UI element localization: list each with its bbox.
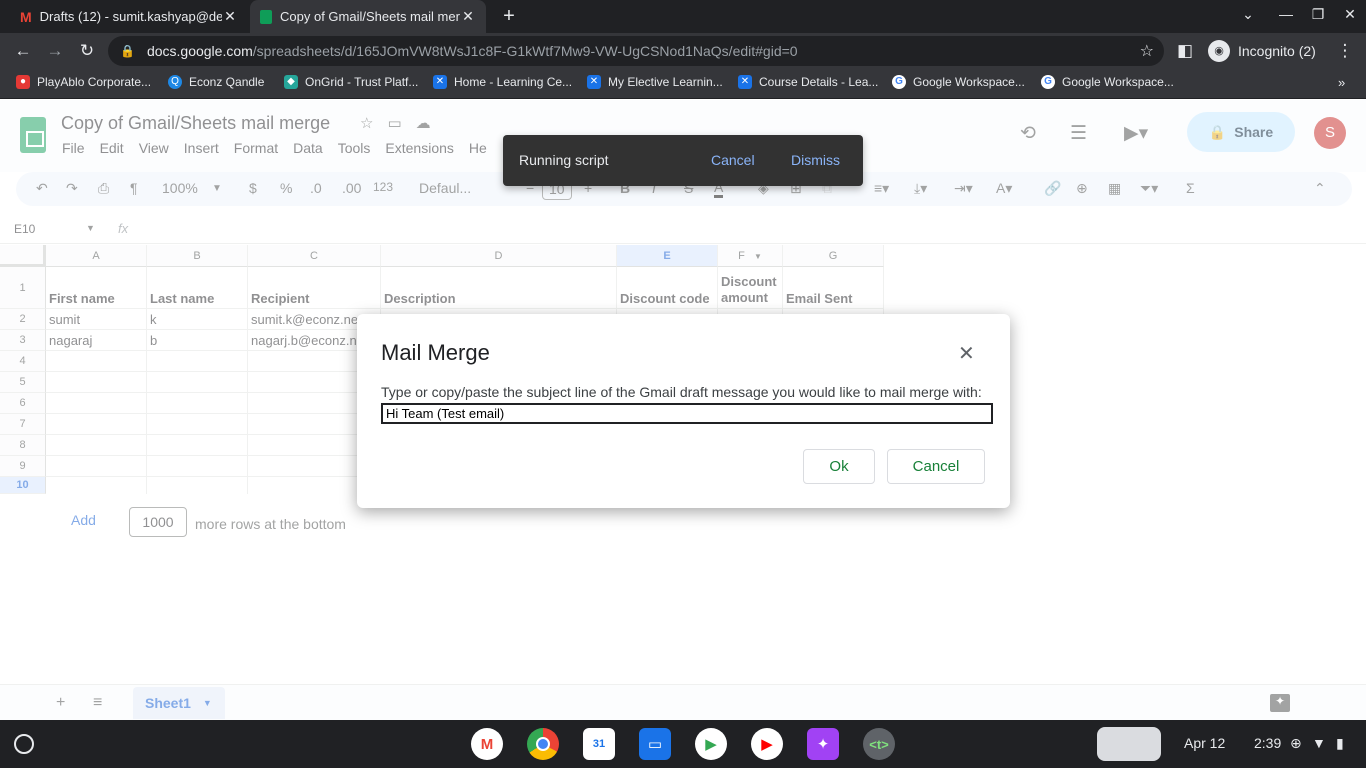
bookmark-item[interactable]: ✕ Course Details - Lea... bbox=[738, 75, 878, 89]
gmail-app-icon[interactable]: M bbox=[471, 728, 503, 760]
snackbar-dismiss-button[interactable]: Dismiss bbox=[791, 152, 840, 168]
launcher-icon[interactable] bbox=[14, 734, 34, 754]
learning-x-icon: ✕ bbox=[587, 75, 601, 89]
qandle-icon: Q bbox=[168, 75, 182, 89]
running-script-snackbar: Running script Cancel Dismiss bbox=[503, 135, 863, 186]
playablo-icon: ● bbox=[16, 75, 30, 89]
menu-kebab-icon[interactable]: ⋮ bbox=[1334, 40, 1356, 62]
files-app-icon[interactable]: ▭ bbox=[639, 728, 671, 760]
wifi-icon[interactable]: ▼ bbox=[1312, 735, 1326, 751]
tab-strip: M Drafts (12) - sumit.kashyap@de ✕ Copy … bbox=[0, 0, 1366, 33]
bookmark-item[interactable]: Q Econz Qandle bbox=[168, 75, 264, 89]
lock-icon: 🔒 bbox=[120, 44, 135, 58]
close-icon[interactable]: ✕ bbox=[958, 341, 975, 366]
maximize-icon[interactable]: ❐ bbox=[1306, 6, 1330, 23]
learning-x-icon: ✕ bbox=[433, 75, 447, 89]
side-panel-icon[interactable]: ◧ bbox=[1174, 40, 1196, 62]
battery-icon[interactable]: ▮ bbox=[1336, 735, 1344, 752]
mail-merge-dialog: Mail Merge ✕ Type or copy/paste the subj… bbox=[357, 314, 1010, 508]
new-tab-button[interactable]: + bbox=[498, 5, 520, 27]
close-icon[interactable]: ✕ bbox=[222, 8, 238, 25]
chrome-app-icon[interactable] bbox=[527, 728, 559, 760]
bookmark-item[interactable]: ● PlayAblo Corporate... bbox=[16, 75, 151, 89]
terminal-app-icon[interactable]: <t> bbox=[863, 728, 895, 760]
dialog-title: Mail Merge bbox=[381, 340, 490, 365]
minimize-icon[interactable]: — bbox=[1274, 6, 1298, 22]
window-close-icon[interactable]: ✕ bbox=[1338, 6, 1362, 23]
play-store-icon[interactable]: ▶ bbox=[695, 728, 727, 760]
date-label[interactable]: Apr 12 bbox=[1184, 735, 1225, 751]
bookmark-star-icon[interactable]: ☆ bbox=[1140, 41, 1154, 61]
tab-sheets-mail-merge[interactable]: Copy of Gmail/Sheets mail merg ✕ bbox=[250, 0, 486, 33]
reload-icon[interactable]: ↻ bbox=[76, 40, 98, 62]
add-icon[interactable]: ⊕ bbox=[1290, 735, 1302, 752]
bookmark-item[interactable]: G Google Workspace... bbox=[1041, 75, 1174, 89]
incognito-icon: ◉ bbox=[1208, 40, 1230, 62]
google-icon: G bbox=[1041, 75, 1055, 89]
gmail-icon: M bbox=[20, 8, 32, 25]
snackbar-message: Running script bbox=[519, 152, 609, 168]
bookmark-item[interactable]: G Google Workspace... bbox=[892, 75, 1025, 89]
browser-toolbar: ← → ↻ 🔒 docs.google.com/spreadsheets/d/1… bbox=[0, 33, 1366, 69]
os-shelf: M 31 ▭ ▶ ▶ ✦ <t> Apr 12 2:39 ⊕ ▼ ▮ bbox=[0, 720, 1366, 768]
profile-label: Incognito (2) bbox=[1238, 43, 1316, 59]
forward-icon[interactable]: → bbox=[44, 40, 66, 62]
cancel-button[interactable]: Cancel bbox=[887, 449, 985, 484]
url-host: docs.google.com bbox=[146, 43, 253, 59]
time-label[interactable]: 2:39 bbox=[1254, 735, 1281, 751]
tab-search-icon[interactable]: ⌄ bbox=[1236, 6, 1260, 23]
bookmark-item[interactable]: ✕ Home - Learning Ce... bbox=[433, 75, 572, 89]
screencast-app-icon[interactable]: ✦ bbox=[807, 728, 839, 760]
bookmark-item[interactable]: ◆ OnGrid - Trust Platf... bbox=[284, 75, 418, 89]
youtube-app-icon[interactable]: ▶ bbox=[751, 728, 783, 760]
learning-x-icon: ✕ bbox=[738, 75, 752, 89]
bookmark-item[interactable]: ✕ My Elective Learnin... bbox=[587, 75, 723, 89]
incognito-profile-button[interactable]: ◉ Incognito (2) bbox=[1202, 36, 1330, 66]
bookmarks-bar: ● PlayAblo Corporate... Q Econz Qandle ◆ On… bbox=[0, 69, 1366, 99]
sheets-icon bbox=[260, 9, 272, 24]
ongrid-icon: ◆ bbox=[284, 75, 298, 89]
ok-button[interactable]: Ok bbox=[803, 449, 875, 484]
subject-line-input[interactable] bbox=[381, 403, 993, 424]
tab-gmail-drafts[interactable]: M Drafts (12) - sumit.kashyap@de ✕ bbox=[10, 0, 248, 33]
snackbar-cancel-button[interactable]: Cancel bbox=[711, 152, 755, 168]
calendar-app-icon[interactable]: 31 bbox=[583, 728, 615, 760]
tab-title: Copy of Gmail/Sheets mail merg bbox=[280, 9, 460, 24]
back-icon[interactable]: ← bbox=[12, 40, 34, 62]
google-icon: G bbox=[892, 75, 906, 89]
dialog-prompt: Type or copy/paste the subject line of t… bbox=[381, 384, 982, 400]
url-path: /spreadsheets/d/165JOmVW8tWsJ1c8F-G1kWtf… bbox=[252, 43, 798, 59]
tab-title: Drafts (12) - sumit.kashyap@de bbox=[39, 9, 222, 24]
close-icon[interactable]: ✕ bbox=[460, 8, 476, 25]
address-bar[interactable]: 🔒 docs.google.com/spreadsheets/d/165JOmV… bbox=[108, 36, 1164, 66]
more-bookmarks-icon[interactable]: » bbox=[1338, 75, 1345, 90]
holding-space-thumbnails[interactable] bbox=[1097, 727, 1161, 761]
